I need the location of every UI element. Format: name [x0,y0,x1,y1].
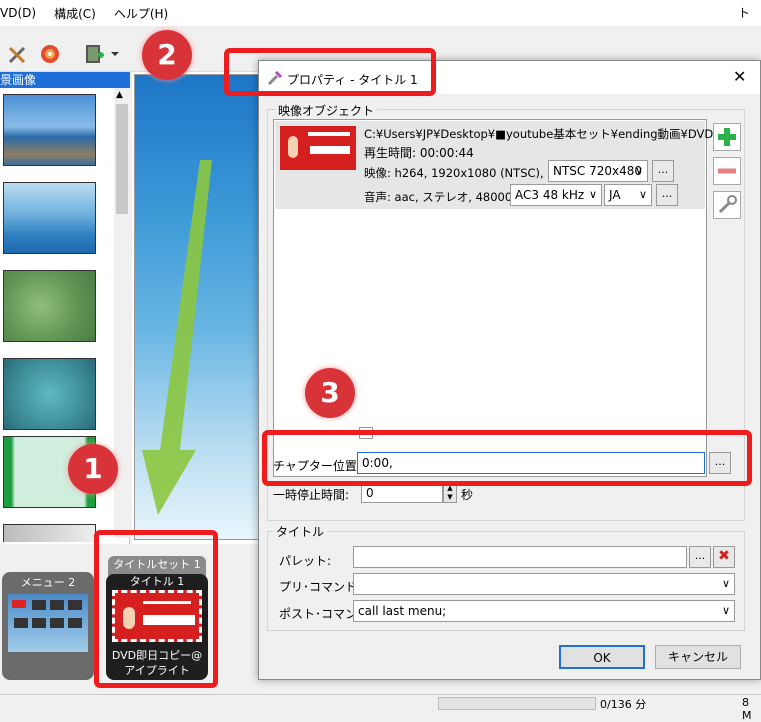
palette-clear-icon[interactable]: ✖ [713,546,735,568]
progress-bar [438,697,596,710]
annotation-box-titlecard [94,530,218,688]
tools-icon[interactable] [6,42,30,66]
pause-unit: 秒 [461,488,474,502]
status-bar: 0/136 分 8 M [0,694,761,722]
pre-command-label: プリ･コマンド: [279,580,362,594]
wrench-icon [718,195,737,214]
pre-command-select[interactable]: ∨ [353,573,735,595]
dropdown-arrow-icon[interactable] [108,42,122,66]
bg-thumbnail-6[interactable] [3,524,96,542]
background-panel-header: 景画像 [0,72,130,88]
green-arrow-icon [142,160,212,515]
video-settings-button[interactable] [713,191,741,219]
cancel-button[interactable]: キャンセル [655,645,741,669]
audio-info: 音声: aac, ステレオ, 48000 Hz [364,190,531,204]
chevron-down-icon: ∨ [588,188,597,201]
audio-format-select[interactable]: AC3 48 kHz ∨ [510,184,602,206]
menu-dvd[interactable]: VD(D) [0,6,36,20]
chevron-down-icon: ∨ [721,577,730,590]
add-video-icon[interactable] [82,42,106,66]
remove-video-button[interactable] [713,157,741,185]
video-format-value: NTSC 720x480 [553,164,643,178]
status-right: 8 M [742,696,752,722]
ok-button[interactable]: OK [559,645,645,669]
menu-edge-glyph: ト [738,6,751,20]
bg-thumbnail-1[interactable] [3,94,96,166]
bg-thumbnail-2[interactable] [3,182,96,254]
pause-input[interactable]: 0 [361,483,443,503]
audio-format-more-button[interactable]: ... [656,184,678,206]
audio-lang-select[interactable]: JA ∨ [604,184,652,206]
scroll-up-icon[interactable]: ▲ [116,90,123,100]
video-thumbnail [280,126,356,170]
video-format-select[interactable]: NTSC 720x480 ∨ [548,160,648,182]
menu-card[interactable]: メニュー 2 [2,572,94,680]
chevron-down-icon: ∨ [634,164,643,177]
audio-lang-value: JA [609,188,621,202]
palette-more-button[interactable]: ... [689,546,711,568]
menu-bar: VD(D) 構成(C) ヘルプ(H) [0,0,761,26]
video-path: C:¥Users¥JP¥Desktop¥■youtube基本セット¥ending… [364,127,737,141]
menu-help[interactable]: ヘルプ(H) [114,5,168,22]
scrollbar-thumb[interactable] [116,104,128,214]
palette-input[interactable] [353,546,687,568]
close-icon[interactable]: ✕ [733,67,746,86]
pause-spinner[interactable]: ▲ ▼ [443,483,457,503]
annotation-number-2: 2 [142,30,192,80]
chevron-down-icon: ∨ [721,604,730,617]
chevron-down-icon: ∨ [638,188,647,201]
plus-icon [718,128,736,146]
status-duration: 0/136 分 [600,698,647,711]
annotation-box-chapter [262,430,752,486]
annotation-number-1: 1 [68,444,118,494]
title-group-label: タイトル [273,523,328,540]
pause-label: 一時停止時間: [273,488,350,502]
post-command-value: call last menu; [358,604,447,618]
post-command-select[interactable]: call last menu; ∨ [353,600,735,622]
annotation-number-3: 3 [305,368,355,418]
palette-label: パレット: [279,554,332,568]
menu-card-preview [8,594,88,652]
video-info: 映像: h264, 1920x1080 (NTSC), 16:9 [364,166,574,180]
menu-card-label: メニュー 2 [20,576,76,589]
audio-format-value: AC3 48 kHz [515,188,585,202]
minus-icon [718,168,736,174]
video-object-list[interactable]: C:¥Users¥JP¥Desktop¥■youtube基本セット¥ending… [273,119,736,477]
burn-disc-icon[interactable] [38,42,62,66]
bg-thumbnail-3[interactable] [3,270,96,342]
menu-compose[interactable]: 構成(C) [54,5,96,22]
video-duration: 再生時間: 00:00:44 [364,146,474,160]
video-format-more-button[interactable]: ... [652,160,674,182]
bg-thumbnail-4[interactable] [3,358,96,430]
video-object-group-label: 映像オブジェクト [275,102,378,119]
add-video-button[interactable] [713,123,741,151]
annotation-box-title [224,48,436,96]
